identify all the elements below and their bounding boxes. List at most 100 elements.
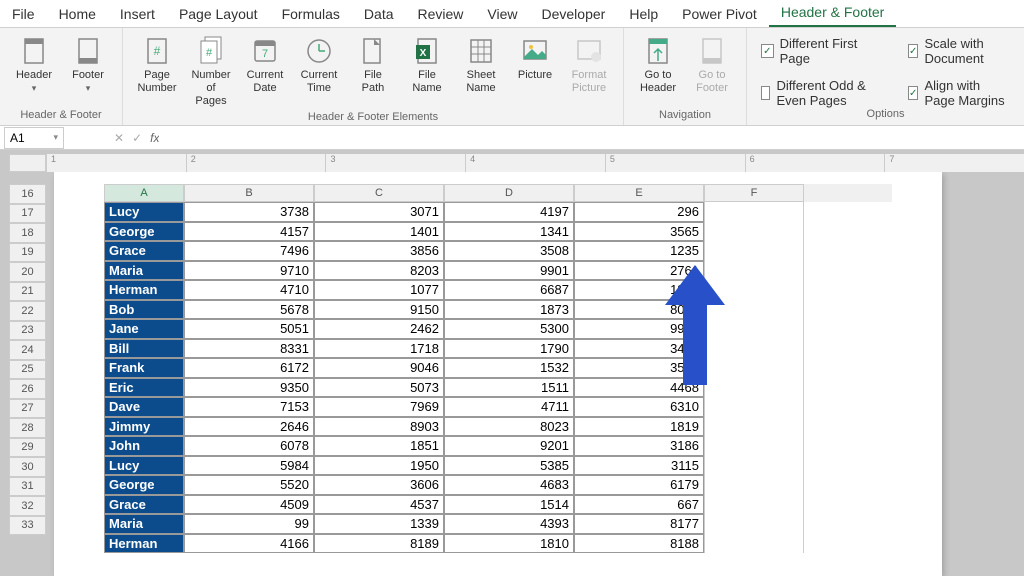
column-header[interactable]: A [104, 184, 184, 202]
tab-power-pivot[interactable]: Power Pivot [670, 1, 769, 27]
data-cell[interactable]: 9150 [314, 300, 444, 320]
align-with-margins-checkbox[interactable]: ✓ Align with Page Margins [908, 78, 1010, 108]
data-cell[interactable]: 1851 [314, 436, 444, 456]
data-cell[interactable]: 8903 [314, 417, 444, 437]
data-cell[interactable]: 6172 [184, 358, 314, 378]
data-cell[interactable]: 9350 [184, 378, 314, 398]
name-cell[interactable]: Grace [104, 495, 184, 515]
data-cell[interactable]: 8189 [314, 534, 444, 554]
data-cell[interactable]: 9046 [314, 358, 444, 378]
data-cell[interactable]: 1341 [444, 222, 574, 242]
data-cell[interactable]: 1532 [444, 358, 574, 378]
data-cell[interactable]: 6310 [574, 397, 704, 417]
name-cell[interactable]: George [104, 222, 184, 242]
data-cell[interactable]: 4393 [444, 514, 574, 534]
row-header[interactable]: 27 [9, 399, 46, 419]
row-header[interactable]: 30 [9, 457, 46, 477]
column-header[interactable]: D [444, 184, 574, 202]
file-path-button[interactable]: File Path [347, 32, 399, 98]
data-cell[interactable]: 5300 [444, 319, 574, 339]
name-cell[interactable]: Herman [104, 280, 184, 300]
column-header[interactable]: F [704, 184, 804, 202]
name-cell[interactable]: Eric [104, 378, 184, 398]
data-cell[interactable]: 3856 [314, 241, 444, 261]
name-cell[interactable]: George [104, 475, 184, 495]
name-cell[interactable]: Frank [104, 358, 184, 378]
data-cell[interactable]: 3565 [574, 222, 704, 242]
name-cell[interactable]: Bill [104, 339, 184, 359]
data-cell[interactable]: 1950 [314, 456, 444, 476]
data-cell[interactable]: 1810 [444, 534, 574, 554]
data-cell[interactable]: 1235 [574, 241, 704, 261]
data-cell[interactable]: 7969 [314, 397, 444, 417]
data-cell[interactable]: 1718 [314, 339, 444, 359]
data-cell[interactable]: 99 [184, 514, 314, 534]
current-time-button[interactable]: Current Time [293, 32, 345, 98]
data-cell[interactable]: 4710 [184, 280, 314, 300]
data-cell[interactable]: 1511 [444, 378, 574, 398]
tab-formulas[interactable]: Formulas [270, 1, 352, 27]
number-of-pages-button[interactable]: # Number of Pages [185, 32, 237, 111]
name-cell[interactable]: Maria [104, 514, 184, 534]
tab-page-layout[interactable]: Page Layout [167, 1, 270, 27]
file-name-button[interactable]: X File Name [401, 32, 453, 98]
select-all-corner[interactable] [9, 154, 46, 172]
row-header[interactable]: 29 [9, 438, 46, 458]
row-header[interactable]: 26 [9, 379, 46, 399]
name-cell[interactable]: Jane [104, 319, 184, 339]
name-cell[interactable]: Lucy [104, 456, 184, 476]
data-cell[interactable]: 1514 [444, 495, 574, 515]
row-header[interactable]: 32 [9, 496, 46, 516]
different-first-page-checkbox[interactable]: ✓ Different First Page [761, 36, 878, 66]
name-cell[interactable]: Grace [104, 241, 184, 261]
data-cell[interactable]: 6078 [184, 436, 314, 456]
data-cell[interactable]: 4509 [184, 495, 314, 515]
row-header[interactable]: 20 [9, 262, 46, 282]
data-cell[interactable]: 8188 [574, 534, 704, 554]
data-cell[interactable]: 4537 [314, 495, 444, 515]
column-header[interactable]: C [314, 184, 444, 202]
footer-button[interactable]: Footer ▾ [62, 32, 114, 97]
data-cell[interactable]: 8023 [444, 417, 574, 437]
header-button[interactable]: Header ▾ [8, 32, 60, 97]
data-cell[interactable]: 3606 [314, 475, 444, 495]
row-header[interactable]: 33 [9, 516, 46, 536]
data-cell[interactable]: 3071 [314, 202, 444, 222]
row-header[interactable]: 19 [9, 243, 46, 263]
row-header[interactable]: 16 [9, 184, 46, 204]
row-header[interactable]: 28 [9, 418, 46, 438]
data-cell[interactable]: 1077 [314, 280, 444, 300]
current-date-button[interactable]: 7 Current Date [239, 32, 291, 98]
name-cell[interactable]: Dave [104, 397, 184, 417]
data-cell[interactable]: 296 [574, 202, 704, 222]
data-cell[interactable]: 6687 [444, 280, 574, 300]
name-cell[interactable]: John [104, 436, 184, 456]
name-cell[interactable]: Jimmy [104, 417, 184, 437]
data-cell[interactable]: 8203 [314, 261, 444, 281]
tab-insert[interactable]: Insert [108, 1, 167, 27]
column-header[interactable]: E [574, 184, 704, 202]
data-cell[interactable]: 7153 [184, 397, 314, 417]
formula-input[interactable] [159, 127, 1024, 149]
row-header[interactable]: 25 [9, 360, 46, 380]
data-cell[interactable]: 4166 [184, 534, 314, 554]
tab-review[interactable]: Review [406, 1, 476, 27]
data-cell[interactable]: 8177 [574, 514, 704, 534]
data-cell[interactable]: 4157 [184, 222, 314, 242]
tab-file[interactable]: File [0, 1, 47, 27]
row-header[interactable]: 24 [9, 340, 46, 360]
tab-header-footer[interactable]: Header & Footer [769, 0, 897, 27]
page-number-button[interactable]: # Page Number [131, 32, 183, 98]
picture-button[interactable]: Picture [509, 32, 561, 85]
data-cell[interactable]: 9901 [444, 261, 574, 281]
tab-data[interactable]: Data [352, 1, 406, 27]
data-cell[interactable]: 1873 [444, 300, 574, 320]
different-odd-even-checkbox[interactable]: Different Odd & Even Pages [761, 78, 878, 108]
tab-view[interactable]: View [475, 1, 529, 27]
data-cell[interactable]: 9710 [184, 261, 314, 281]
data-cell[interactable]: 4197 [444, 202, 574, 222]
data-grid[interactable]: Lucy373830714197296George415714011341356… [104, 202, 892, 553]
column-header[interactable]: B [184, 184, 314, 202]
data-cell[interactable]: 3738 [184, 202, 314, 222]
data-cell[interactable]: 5520 [184, 475, 314, 495]
